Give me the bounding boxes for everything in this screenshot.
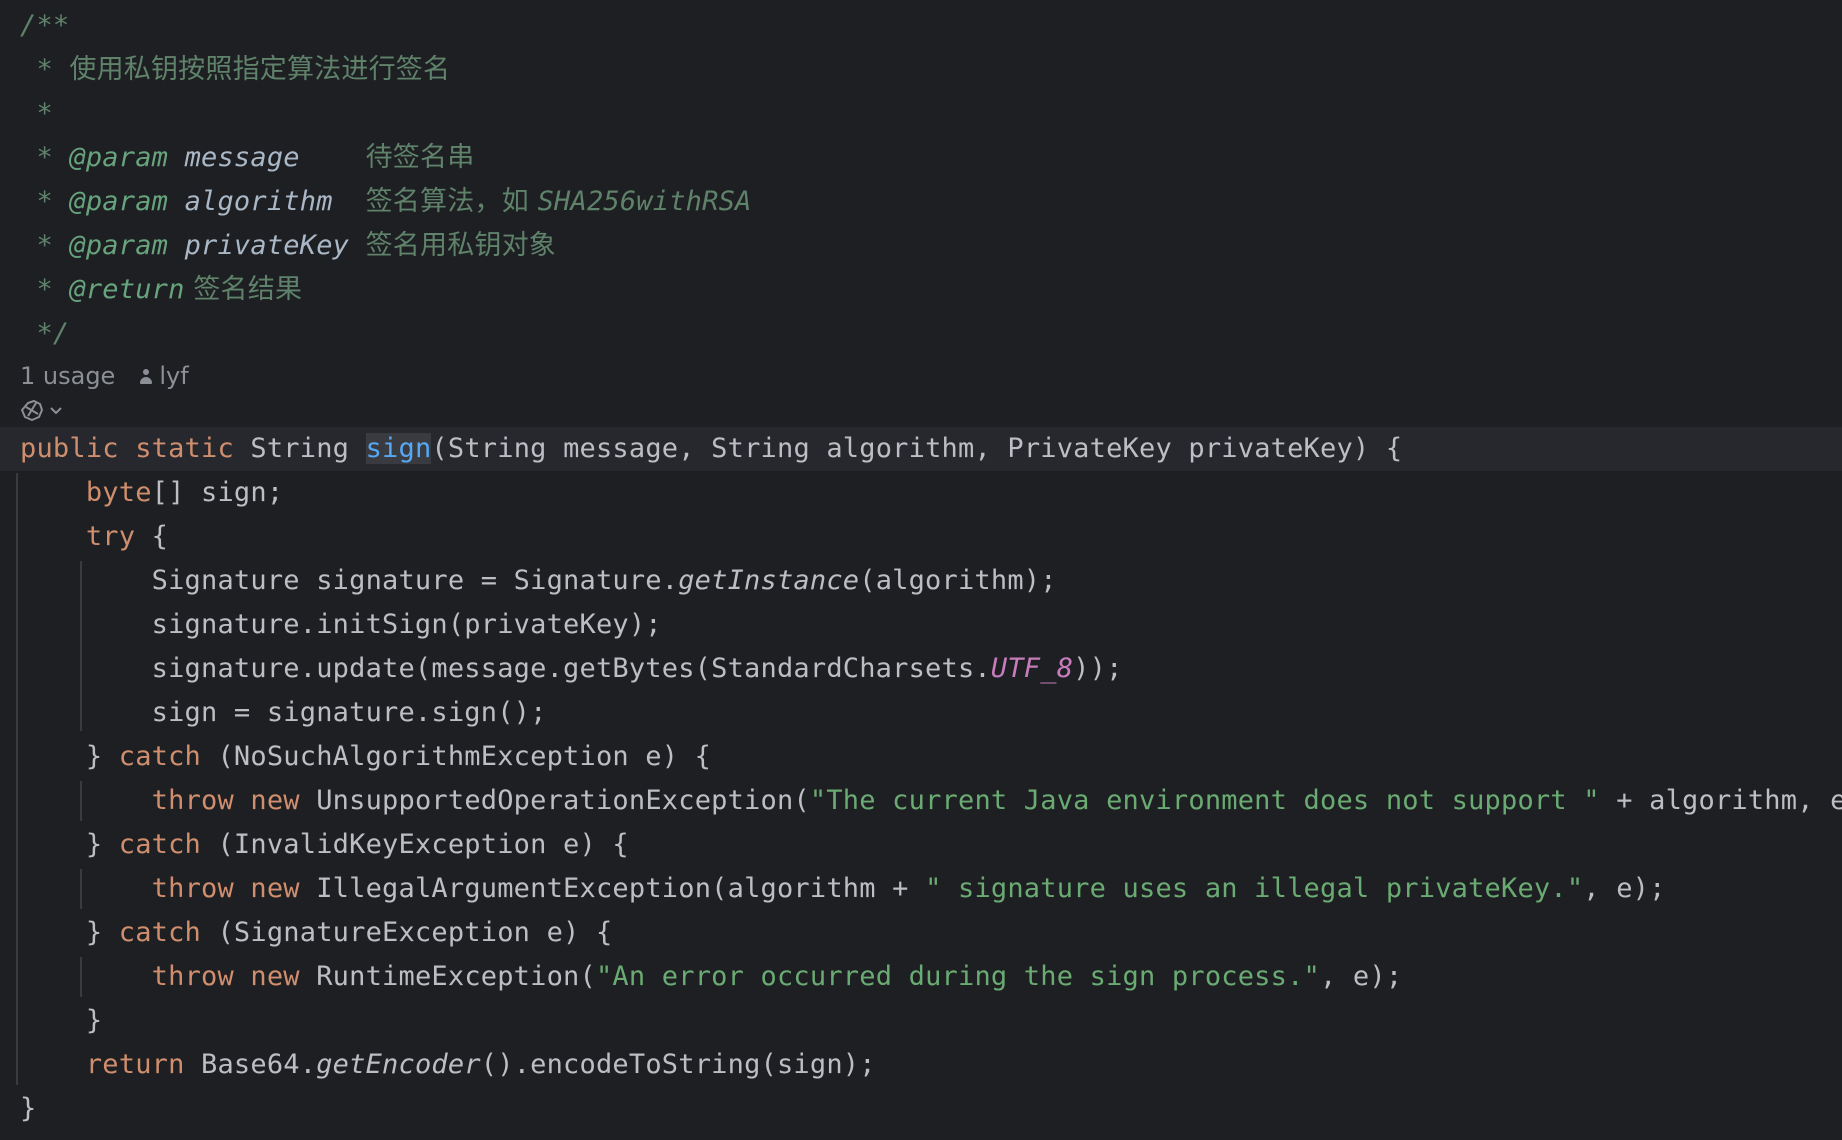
chevron-down-icon <box>50 407 62 415</box>
javadoc-param-message: * @param message 待签名串 <box>20 142 475 173</box>
javadoc-summary-line: * 使用私钥按照指定算法进行签名 <box>20 54 451 85</box>
code-vision-hint[interactable]: 1 usage lyf <box>20 356 189 396</box>
indent-guide-method <box>16 473 18 1085</box>
javadoc-summary: 使用私钥按照指定算法进行签名 <box>69 54 451 85</box>
code-line-catch-invalidkey: } catch (InvalidKeyException e) { <box>20 829 629 860</box>
code-line-close-method: } <box>20 1093 37 1124</box>
code-line-return: return Base64.getEncoder().encodeToStrin… <box>20 1049 876 1080</box>
code-line-catch-signature: } catch (SignatureException e) { <box>20 917 613 948</box>
method-name[interactable]: sign <box>365 433 432 464</box>
javadoc-blank: * <box>20 98 53 129</box>
code-line-sign: sign = signature.sign(); <box>20 697 547 728</box>
code-line-signature-instance: Signature signature = Signature.getInsta… <box>20 565 1057 596</box>
javadoc-param-algorithm: * @param algorithm 签名算法，如 SHA256withRSA <box>20 186 752 217</box>
code-line-close-try: } <box>20 1005 103 1036</box>
code-editor[interactable]: /** * 使用私钥按照指定算法进行签名 * * @param message … <box>0 0 1842 1140</box>
javadoc-close: */ <box>20 318 70 349</box>
javadoc-return: * @return 签名结果 <box>20 274 303 305</box>
code-line-catch-nosuchalgorithm: } catch (NoSuchAlgorithmException e) { <box>20 741 712 772</box>
code-line-byte: byte[] sign; <box>20 477 284 508</box>
author-name[interactable]: lyf <box>159 362 188 390</box>
code-line-update: signature.update(message.getBytes(Standa… <box>20 653 1123 684</box>
code-line-throw-unsupported: throw new UnsupportedOperationException(… <box>151 785 1842 816</box>
javadoc-open: /** <box>20 10 70 41</box>
ai-assistant-icon[interactable] <box>20 398 66 424</box>
code-line-initsign: signature.initSign(privateKey); <box>20 609 662 640</box>
javadoc-param-privatekey: * @param privateKey 签名用私钥对象 <box>20 230 556 261</box>
code-line-throw-runtime: throw new RuntimeException("An error occ… <box>151 961 1403 992</box>
code-line-try: try { <box>20 521 169 552</box>
code-line-throw-illegalargument: throw new IllegalArgumentException(algor… <box>151 873 1666 904</box>
method-signature-line: public static String sign(String message… <box>20 433 1403 464</box>
usages-link[interactable]: 1 usage <box>20 362 115 390</box>
person-icon <box>139 369 153 385</box>
